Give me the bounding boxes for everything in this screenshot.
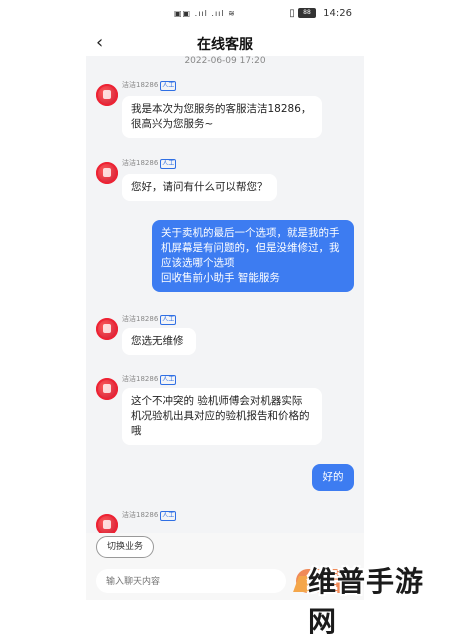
message-line: 机况验机出具对应的验机报告和价格的 bbox=[131, 410, 310, 422]
human-badge: 人工 bbox=[160, 375, 177, 385]
message-line: 您好，请问有什么可以帮您？ bbox=[131, 181, 268, 193]
agent-bubble: 我是本次为您服务的客服洁洁18286， 很高兴为您服务~ bbox=[122, 96, 322, 138]
message-line: 回收售前小助手 智能服务 bbox=[161, 272, 280, 284]
agent-avatar bbox=[96, 84, 118, 106]
message-line: 您选无维修 bbox=[131, 335, 184, 347]
sender-line: 洁洁18286 人工 bbox=[122, 510, 177, 521]
phone-screen: ▣▣ .ııl .ııl ≋ ▯ 88 14:26 ‹ 在线客服 2022-06… bbox=[86, 0, 364, 600]
agent-bubble: 您好，请问有什么可以帮您？ bbox=[122, 174, 277, 201]
agent-avatar bbox=[96, 318, 118, 340]
page-title: 在线客服 bbox=[197, 37, 253, 53]
agent-avatar bbox=[96, 162, 118, 184]
chat-input[interactable] bbox=[96, 569, 286, 593]
vibrate-icon: ▯ bbox=[289, 8, 295, 19]
human-badge: 人工 bbox=[160, 81, 177, 91]
sender-name: 洁洁18286 bbox=[122, 159, 159, 167]
agent-bubble: 这个不冲突的 验机师傅会对机器实际 机况验机出具对应的验机报告和价格的 哦 bbox=[122, 388, 322, 445]
clock: 14:26 bbox=[323, 8, 352, 19]
sender-line: 洁洁18286 人工 bbox=[122, 80, 177, 91]
sender-name: 洁洁18286 bbox=[122, 375, 159, 383]
status-bar: ▣▣ .ııl .ııl ≋ ▯ 88 14:26 bbox=[86, 0, 364, 30]
human-badge: 人工 bbox=[160, 159, 177, 169]
sender-line: 洁洁18286 人工 bbox=[122, 314, 177, 325]
agent-avatar bbox=[96, 378, 118, 400]
message-line: 我是本次为您服务的客服洁洁18286， bbox=[131, 103, 312, 115]
message-line: 好的 bbox=[322, 471, 344, 483]
nav-bar: ‹ 在线客服 bbox=[86, 30, 364, 56]
sender-name: 洁洁18286 bbox=[122, 81, 159, 89]
sender-line: 洁洁18286 人工 bbox=[122, 374, 177, 385]
user-bubble: 关于卖机的最后一个选项，就是我的手 机屏幕是有问题的，但是没维修过，我 应该选哪… bbox=[152, 220, 354, 292]
message-line: 应该选哪个选项 bbox=[161, 257, 235, 269]
agent-bubble: 您选无维修 bbox=[122, 328, 196, 355]
battery-icon: 88 bbox=[297, 8, 316, 18]
human-badge: 人工 bbox=[160, 511, 177, 521]
status-right: ▯ 88 14:26 bbox=[289, 8, 352, 19]
human-badge: 人工 bbox=[160, 315, 177, 325]
sender-name: 洁洁18286 bbox=[122, 315, 159, 323]
user-bubble: 好的 bbox=[312, 464, 354, 491]
signal-wifi-icons: ▣▣ .ııl .ııl ≋ bbox=[174, 9, 236, 18]
chat-timestamp: 2022-06-09 17:20 bbox=[184, 56, 266, 66]
sender-name: 洁洁18286 bbox=[122, 511, 159, 519]
sender-line: 洁洁18286 人工 bbox=[122, 158, 177, 169]
message-line: 机屏幕是有问题的，但是没维修过，我 bbox=[161, 242, 340, 254]
message-line: 哦 bbox=[131, 425, 142, 437]
switch-business-button[interactable]: 切换业务 bbox=[96, 536, 155, 558]
message-line: 这个不冲突的 验机师傅会对机器实际 bbox=[131, 395, 303, 407]
message-line: 很高兴为您服务~ bbox=[131, 118, 214, 130]
watermark-text: 维普手游网 bbox=[308, 565, 425, 638]
message-line: 关于卖机的最后一个选项，就是我的手 bbox=[161, 227, 340, 239]
